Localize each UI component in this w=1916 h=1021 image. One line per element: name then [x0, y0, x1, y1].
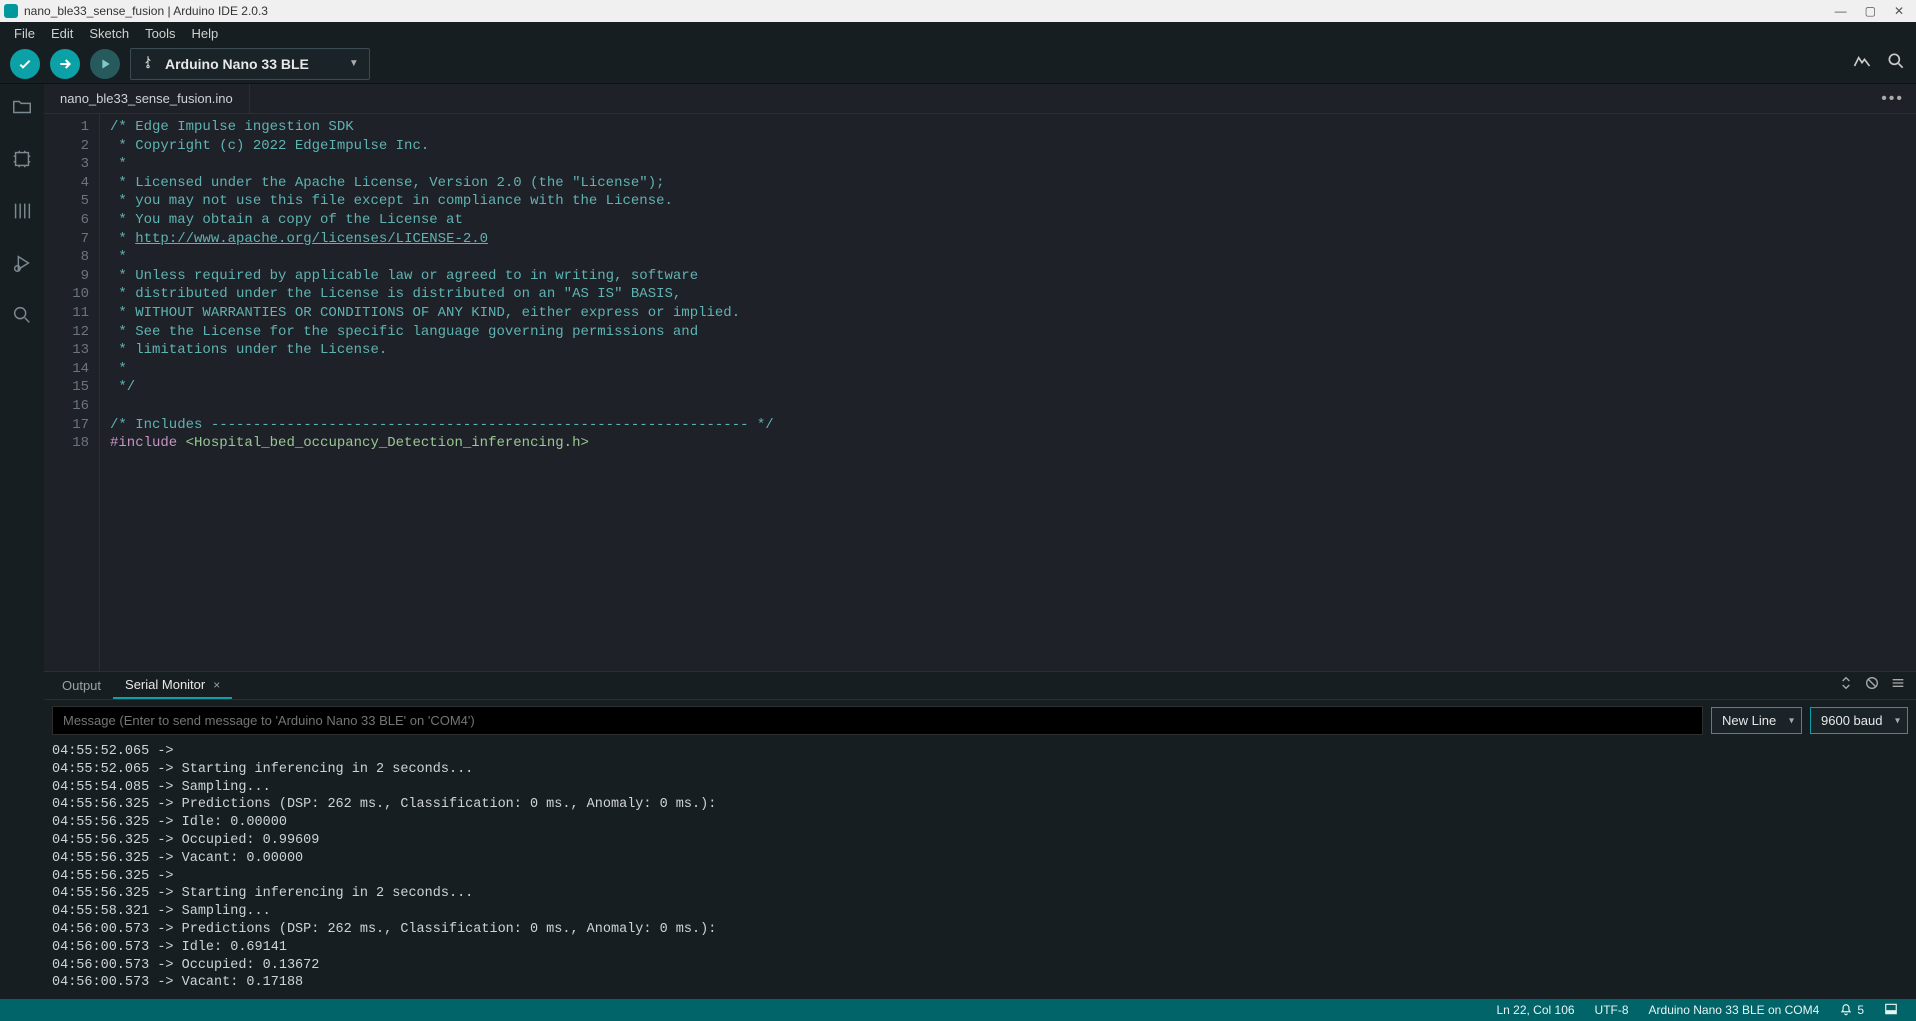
window-titlebar: nano_ble33_sense_fusion | Arduino IDE 2.… — [0, 0, 1916, 22]
toolbar: Arduino Nano 33 BLE ▼ — [0, 44, 1916, 84]
magnifier-icon — [1886, 51, 1906, 71]
code-content[interactable]: /* Edge Impulse ingestion SDK * Copyrigh… — [100, 114, 1916, 671]
menu-edit[interactable]: Edit — [43, 24, 81, 43]
chevron-down-icon: ▼ — [349, 58, 359, 69]
main-area: nano_ble33_sense_fusion.ino ••• 12345678… — [0, 84, 1916, 999]
editor-pane: nano_ble33_sense_fusion.ino ••• 12345678… — [44, 84, 1916, 999]
window-minimize-button[interactable]: — — [1835, 4, 1847, 18]
editor-tab[interactable]: nano_ble33_sense_fusion.ino — [44, 84, 250, 113]
panel-icon — [1884, 1002, 1898, 1016]
app-icon — [4, 4, 18, 18]
chevron-expand-icon — [1838, 675, 1854, 691]
menu-help[interactable]: Help — [183, 24, 226, 43]
lines-icon — [1890, 675, 1906, 691]
usb-icon — [141, 55, 155, 72]
panel-tab-serial-label: Serial Monitor — [125, 677, 205, 692]
board-selector[interactable]: Arduino Nano 33 BLE ▼ — [130, 48, 370, 80]
status-encoding[interactable]: UTF-8 — [1585, 1003, 1639, 1017]
status-board-port[interactable]: Arduino Nano 33 BLE on COM4 — [1639, 1003, 1830, 1017]
no-entry-icon — [1864, 675, 1880, 691]
library-icon — [11, 200, 33, 222]
plotter-icon — [1852, 51, 1872, 71]
editor-more-button[interactable]: ••• — [1869, 84, 1916, 113]
folder-icon — [11, 96, 33, 118]
panel-tab-output[interactable]: Output — [50, 672, 113, 699]
serial-plotter-button[interactable] — [1852, 51, 1872, 76]
check-icon — [17, 56, 33, 72]
panel-expand-button[interactable] — [1838, 675, 1854, 696]
status-notifications-button[interactable]: 5 — [1829, 1003, 1874, 1017]
line-gutter: 123456789101112131415161718 — [44, 114, 100, 671]
sidebar — [0, 84, 44, 999]
menubar: File Edit Sketch Tools Help — [0, 22, 1916, 44]
code-editor[interactable]: 123456789101112131415161718 /* Edge Impu… — [44, 114, 1916, 671]
sidebar-debug[interactable] — [9, 250, 35, 276]
menu-file[interactable]: File — [6, 24, 43, 43]
menu-sketch[interactable]: Sketch — [81, 24, 137, 43]
debug-button[interactable] — [90, 49, 120, 79]
debug-play-icon — [97, 56, 113, 72]
window-title: nano_ble33_sense_fusion | Arduino IDE 2.… — [24, 4, 268, 18]
sidebar-search[interactable] — [9, 302, 35, 328]
panel-tab-serial-monitor[interactable]: Serial Monitor × — [113, 672, 232, 699]
panel-settings-button[interactable] — [1890, 675, 1906, 696]
serial-message-input[interactable] — [52, 706, 1703, 735]
sidebar-sketchbook[interactable] — [9, 94, 35, 120]
menu-tools[interactable]: Tools — [137, 24, 183, 43]
serial-monitor-button[interactable] — [1886, 51, 1906, 76]
board-icon — [11, 148, 33, 170]
editor-tabbar: nano_ble33_sense_fusion.ino ••• — [44, 84, 1916, 114]
line-ending-select[interactable]: New Line — [1711, 707, 1802, 734]
editor-tab-label: nano_ble33_sense_fusion.ino — [60, 91, 233, 106]
serial-output[interactable]: 04:55:52.065 ->04:55:52.065 -> Starting … — [44, 741, 1916, 999]
status-toggle-panel-button[interactable] — [1874, 1002, 1908, 1019]
baud-rate-select[interactable]: 9600 baud — [1810, 707, 1908, 734]
debug-icon — [11, 252, 33, 274]
bell-icon — [1839, 1003, 1853, 1017]
upload-button[interactable] — [50, 49, 80, 79]
status-cursor-position[interactable]: Ln 22, Col 106 — [1486, 1003, 1584, 1017]
bottom-panel: Output Serial Monitor × — [44, 671, 1916, 999]
sidebar-boards-manager[interactable] — [9, 146, 35, 172]
panel-tab-output-label: Output — [62, 678, 101, 693]
statusbar: Ln 22, Col 106 UTF-8 Arduino Nano 33 BLE… — [0, 999, 1916, 1021]
panel-tab-close-button[interactable]: × — [213, 678, 220, 692]
arrow-right-icon — [57, 56, 73, 72]
window-close-button[interactable]: ✕ — [1894, 4, 1904, 18]
search-icon — [11, 304, 33, 326]
status-notif-count: 5 — [1857, 1003, 1864, 1017]
verify-button[interactable] — [10, 49, 40, 79]
sidebar-library-manager[interactable] — [9, 198, 35, 224]
window-maximize-button[interactable]: ▢ — [1865, 4, 1876, 18]
panel-clear-button[interactable] — [1864, 675, 1880, 696]
board-selector-label: Arduino Nano 33 BLE — [165, 56, 309, 72]
